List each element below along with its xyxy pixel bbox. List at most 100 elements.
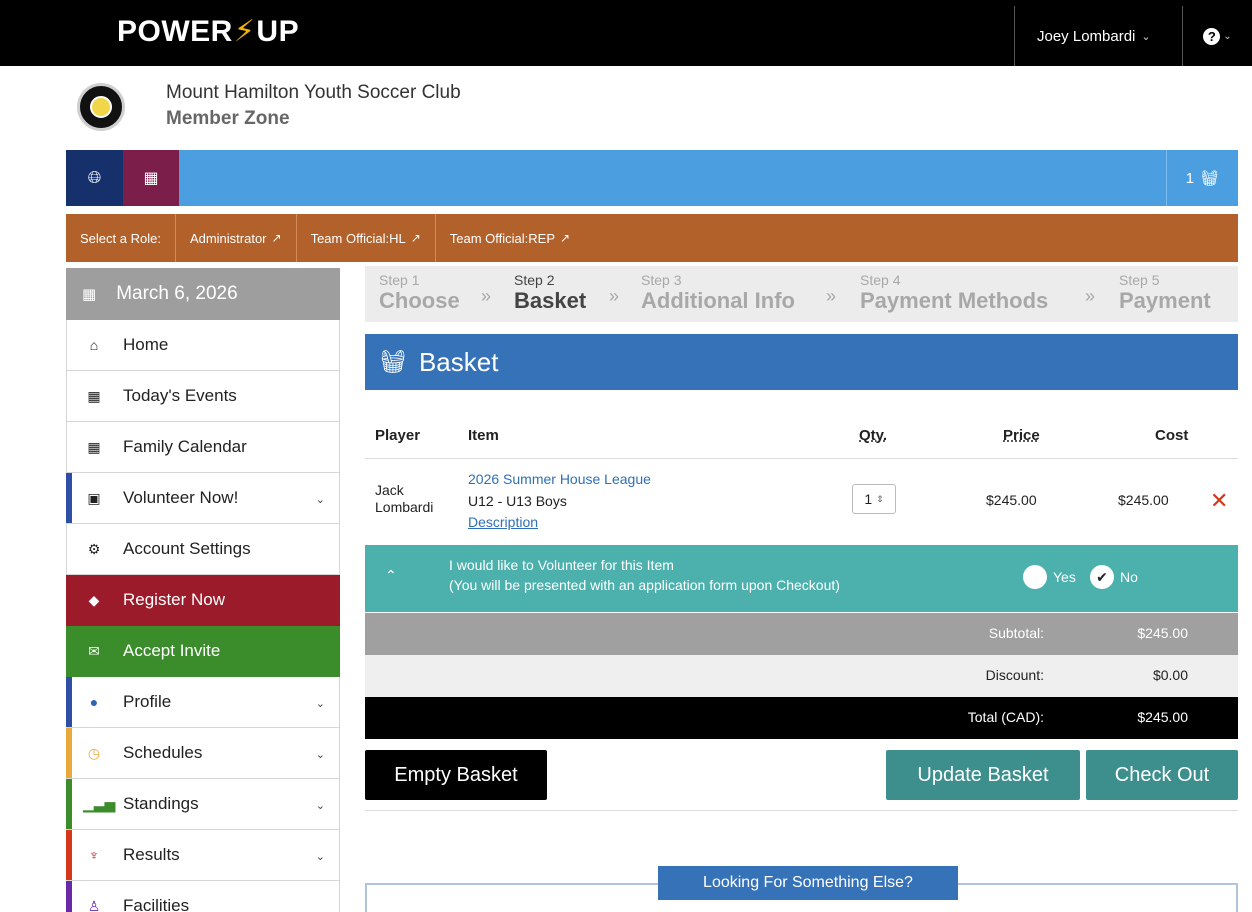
- discount-value: $0.00: [1152, 667, 1188, 683]
- volunteer-subtext: (You will be presented with an applicati…: [449, 577, 840, 593]
- accent-bar: [66, 728, 72, 778]
- chevron-down-icon: ⌄: [315, 851, 325, 863]
- volunteer-no-radio[interactable]: ✔: [1090, 565, 1114, 589]
- select-role-label: Select a Role:: [66, 214, 176, 262]
- accent-bar: [66, 473, 72, 523]
- basket-count: 1: [1185, 169, 1195, 187]
- step-choose[interactable]: Step 1 Choose: [379, 272, 460, 314]
- table-divider: [365, 458, 1238, 459]
- chevron-double-right-icon: »: [609, 286, 620, 306]
- basket-icon: 🧺︎: [1200, 170, 1220, 187]
- user-menu[interactable]: Joey Lombardi ⌄: [1014, 6, 1182, 66]
- trophy-icon: ♆: [88, 847, 100, 863]
- tag-icon: ◆: [88, 591, 100, 608]
- quantity-stepper[interactable]: 1 ⇕: [852, 484, 896, 514]
- sidebar-item-register-now[interactable]: ◆ Register Now: [66, 575, 340, 626]
- top-bar: POWER ⚡ UP Joey Lombardi ⌄ ? ⌄: [0, 0, 1252, 66]
- update-basket-button[interactable]: Update Basket: [886, 750, 1080, 800]
- sidebar-item-profile[interactable]: ● Profile ⌄: [66, 677, 340, 728]
- chevron-up-icon[interactable]: ⌃: [385, 567, 397, 584]
- sidebar-item-facilities[interactable]: ♙ Facilities: [66, 881, 340, 912]
- accent-bar: [66, 779, 72, 829]
- check-icon: ✔: [1096, 568, 1108, 585]
- subtotal-row: Subtotal: $245.00: [365, 613, 1238, 655]
- volunteer-yes-radio[interactable]: [1023, 565, 1047, 589]
- inbox-icon: ▣: [87, 489, 101, 506]
- section-divider: [365, 810, 1238, 811]
- step-basket: Step 2 Basket: [514, 272, 587, 313]
- col-price: Price: [1003, 427, 1040, 444]
- total-row: Total (CAD): $245.00: [365, 697, 1238, 739]
- sidebar-item-accept-invite[interactable]: ✉ Accept Invite: [66, 626, 340, 677]
- volunteer-text: I would like to Volunteer for this Item: [449, 557, 674, 573]
- sidebar-item-home[interactable]: ⌂ Home: [66, 320, 340, 371]
- close-icon: ✕: [1210, 488, 1229, 513]
- calendar-icon: ▦: [87, 387, 101, 404]
- col-player: Player: [375, 427, 421, 444]
- external-link-icon: ↗: [271, 231, 282, 245]
- discount-row: Discount: $0.00: [365, 655, 1238, 697]
- calendar-icon: ▦: [87, 438, 101, 455]
- club-name: Mount Hamilton Youth Soccer Club: [166, 82, 461, 103]
- step-payment: Step 5 Payment: [1119, 272, 1211, 313]
- description-link[interactable]: Description: [468, 514, 538, 530]
- sidebar-item-results[interactable]: ♆ Results ⌄: [66, 830, 340, 881]
- check-out-button[interactable]: Check Out: [1086, 750, 1238, 800]
- sidebar-item-family-calendar[interactable]: ▦ Family Calendar: [66, 422, 340, 473]
- sidebar-item-account-settings[interactable]: ⚙ Account Settings: [66, 524, 340, 575]
- item-name-link[interactable]: 2026 Summer House League: [468, 471, 651, 487]
- looking-title: Looking For Something Else?: [658, 866, 958, 900]
- volunteer-no-label: No: [1120, 569, 1138, 585]
- role-team-official-rep[interactable]: Team Official:REP ↗: [436, 214, 584, 262]
- remove-item-button[interactable]: ✕: [1210, 488, 1228, 514]
- role-team-official-hl[interactable]: Team Official:HL ↗: [297, 214, 436, 262]
- sidebar-item-todays-events[interactable]: ▦ Today's Events: [66, 371, 340, 422]
- item-price: $245.00: [986, 492, 1037, 508]
- logo-text-left: POWER: [117, 14, 233, 48]
- total-label: Total (CAD):: [967, 709, 1044, 725]
- external-link-icon: ↗: [410, 231, 421, 245]
- col-item: Item: [468, 427, 499, 444]
- col-qty: Qty.: [859, 427, 888, 444]
- sidebar-item-schedules[interactable]: ◷ Schedules ⌄: [66, 728, 340, 779]
- globe-button[interactable]: 🌐︎: [66, 150, 123, 206]
- calendar-button[interactable]: ▦: [123, 150, 179, 206]
- role-administrator[interactable]: Administrator ↗: [176, 214, 297, 262]
- logo-text-right: UP: [256, 14, 300, 48]
- main-nav-bar: 🌐︎ ▦ 1 🧺︎: [66, 150, 1238, 206]
- sidebar-date: ▦ March 6, 2026: [66, 268, 340, 320]
- sidebar-item-volunteer-now[interactable]: ▣ Volunteer Now! ⌄: [66, 473, 340, 524]
- facility-icon: ♙: [87, 897, 101, 912]
- step-payment-methods: Step 4 Payment Methods: [860, 272, 1049, 313]
- discount-label: Discount:: [985, 667, 1044, 683]
- powerup-logo[interactable]: POWER ⚡ UP: [117, 14, 299, 49]
- bar-chart-icon: ▁▃▅: [83, 795, 116, 812]
- item-division: U12 - U13 Boys: [468, 493, 567, 509]
- gear-icon: ⚙: [87, 540, 101, 557]
- chevron-down-icon: ⌄: [1141, 30, 1151, 43]
- basket-icon: 🧺︎: [379, 349, 407, 374]
- globe-icon: 🌐︎: [87, 168, 102, 187]
- accent-bar: [66, 830, 72, 880]
- item-cost: $245.00: [1118, 492, 1169, 508]
- help-menu[interactable]: ? ⌄: [1182, 6, 1252, 66]
- role-bar: Select a Role: Administrator ↗ Team Offi…: [66, 214, 1238, 262]
- chevron-down-icon: ⌄: [315, 800, 325, 812]
- chevron-down-icon: ⌄: [315, 494, 325, 506]
- checkout-steps: Step 1 Choose » Step 2 Basket » Step 3 A…: [365, 266, 1238, 322]
- chevron-down-icon: ⌄: [1223, 30, 1232, 42]
- chevron-double-right-icon: »: [826, 286, 837, 306]
- sidebar-item-standings[interactable]: ▁▃▅ Standings ⌄: [66, 779, 340, 830]
- user-icon: ●: [89, 694, 99, 710]
- home-icon: ⌂: [89, 337, 99, 353]
- chevron-down-icon: ⌄: [315, 698, 325, 710]
- accent-bar: [66, 677, 72, 727]
- col-cost: Cost: [1155, 427, 1189, 444]
- question-icon: ?: [1203, 27, 1221, 45]
- chevron-down-icon: ⌄: [315, 749, 325, 761]
- empty-basket-button[interactable]: Empty Basket: [365, 750, 547, 800]
- lightning-bolt-icon: ⚡: [233, 15, 256, 48]
- chevron-double-right-icon: »: [481, 286, 492, 306]
- basket-button[interactable]: 1 🧺︎: [1166, 150, 1238, 206]
- player-name: Jack Lombardi: [375, 482, 434, 515]
